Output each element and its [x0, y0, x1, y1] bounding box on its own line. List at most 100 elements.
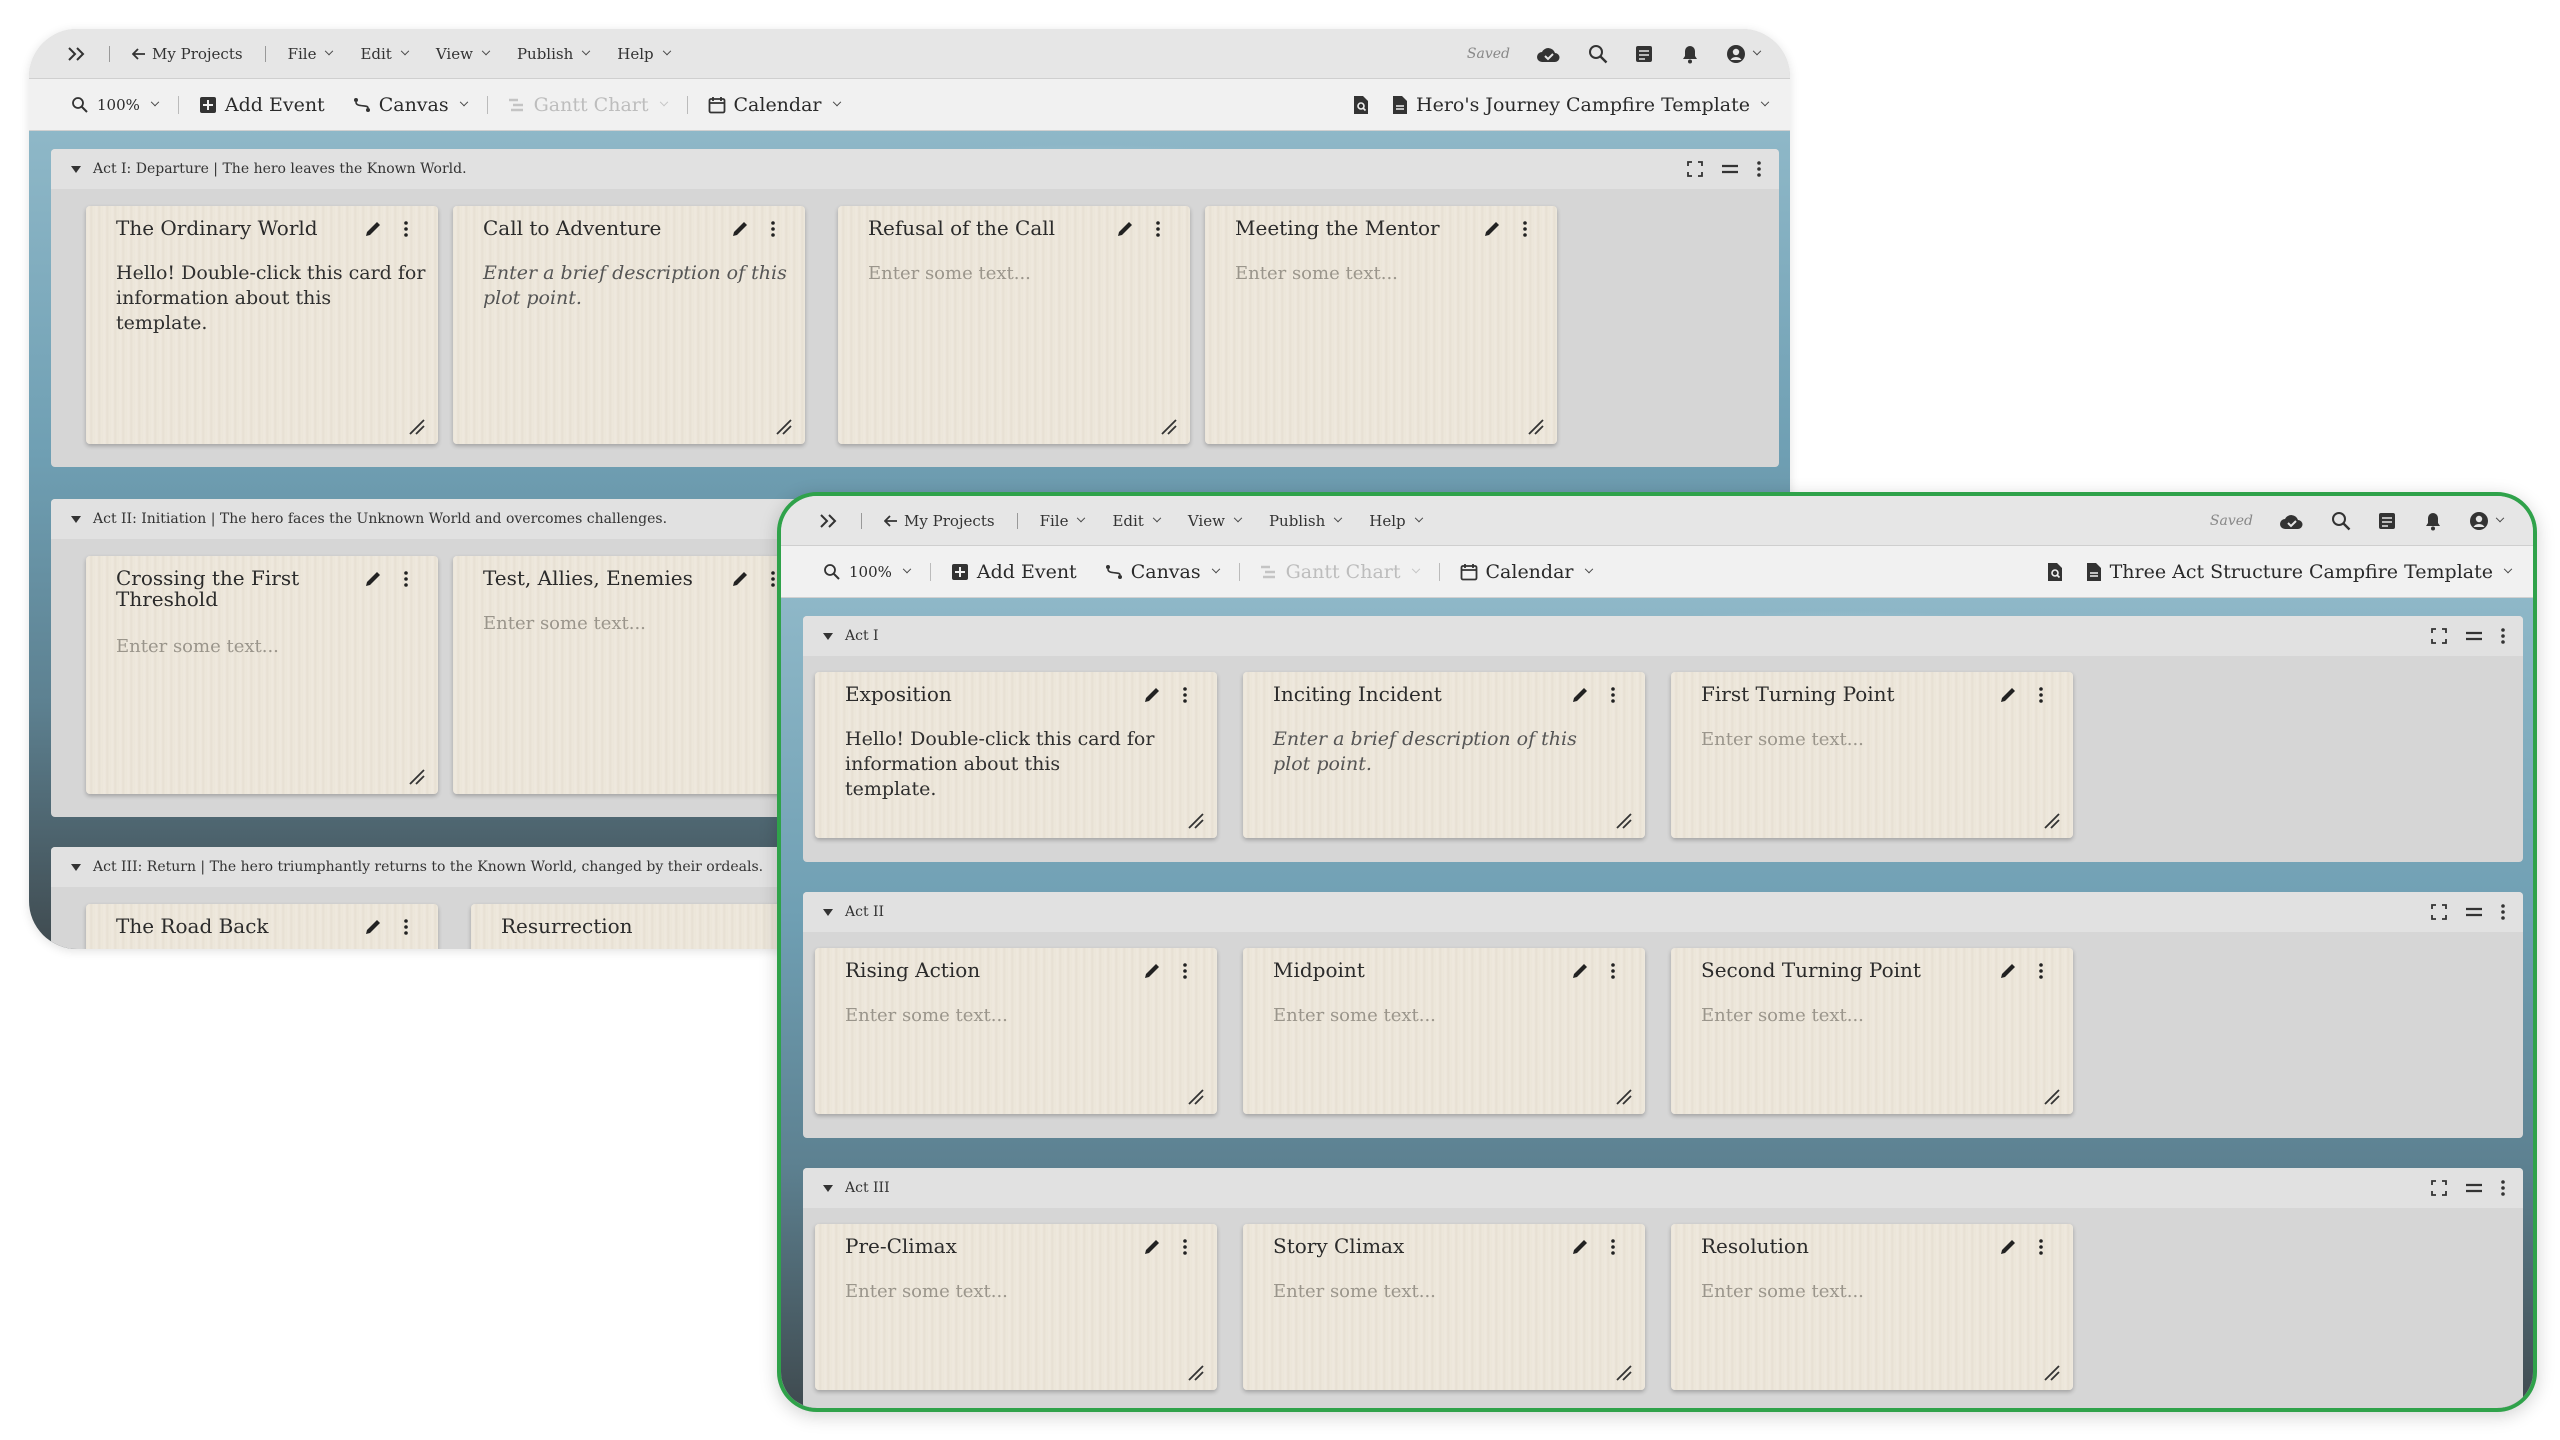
plot-card[interactable]: Meeting the Mentor Enter some text...: [1205, 206, 1557, 444]
fullscreen-icon[interactable]: [2431, 904, 2447, 920]
more-vert-icon[interactable]: [404, 221, 408, 237]
my-projects-link[interactable]: My Projects: [118, 29, 257, 78]
more-vert-icon[interactable]: [2039, 687, 2043, 703]
edit-pencil-icon[interactable]: [1483, 220, 1501, 238]
more-vert-icon[interactable]: [1611, 963, 1615, 979]
resize-handle-icon[interactable]: [1615, 1364, 1633, 1382]
view-menu[interactable]: View: [1174, 496, 1255, 545]
more-vert-icon[interactable]: [1523, 221, 1527, 237]
calendar-dropdown[interactable]: Calendar: [1446, 546, 1606, 597]
file-menu[interactable]: File: [274, 29, 347, 78]
resize-handle-icon[interactable]: [1187, 812, 1205, 830]
more-vert-icon[interactable]: [1611, 1239, 1615, 1255]
plot-card[interactable]: Midpoint Enter some text...: [1243, 948, 1645, 1114]
account-menu[interactable]: [2469, 511, 2505, 531]
help-menu[interactable]: Help: [1355, 496, 1435, 545]
document-search-icon[interactable]: [1352, 95, 1370, 115]
edit-pencil-icon[interactable]: [1143, 962, 1161, 980]
template-dropdown[interactable]: Three Act Structure Campfire Template: [2086, 546, 2513, 597]
edit-pencil-icon[interactable]: [1116, 220, 1134, 238]
resize-handle-icon[interactable]: [408, 418, 426, 436]
drag-handle-icon[interactable]: [1721, 164, 1739, 174]
edit-menu[interactable]: Edit: [1098, 496, 1173, 545]
more-vert-icon[interactable]: [1156, 221, 1160, 237]
fullscreen-icon[interactable]: [1687, 161, 1703, 177]
add-event-button[interactable]: Add Event: [185, 79, 339, 130]
calendar-dropdown[interactable]: Calendar: [694, 79, 854, 130]
more-vert-icon[interactable]: [1183, 687, 1187, 703]
resize-handle-icon[interactable]: [1160, 418, 1178, 436]
resize-handle-icon[interactable]: [1527, 418, 1545, 436]
file-menu[interactable]: File: [1026, 496, 1099, 545]
collapse-triangle-icon[interactable]: [823, 908, 833, 916]
plot-card[interactable]: Second Turning Point Enter some text...: [1671, 948, 2073, 1114]
more-vert-icon[interactable]: [1183, 1239, 1187, 1255]
more-vert-icon[interactable]: [771, 571, 775, 587]
search-icon[interactable]: [1588, 44, 1608, 64]
edit-pencil-icon[interactable]: [1143, 686, 1161, 704]
drag-handle-icon[interactable]: [2465, 1183, 2483, 1193]
plot-card[interactable]: Refusal of the Call Enter some text...: [838, 206, 1190, 444]
more-vert-icon[interactable]: [1757, 161, 1761, 177]
resize-handle-icon[interactable]: [2043, 1088, 2061, 1106]
resize-handle-icon[interactable]: [2043, 812, 2061, 830]
plot-card[interactable]: Resolution Enter some text...: [1671, 1224, 2073, 1390]
help-menu[interactable]: Help: [603, 29, 683, 78]
more-vert-icon[interactable]: [1183, 963, 1187, 979]
plot-card[interactable]: First Turning Point Enter some text...: [1671, 672, 2073, 838]
more-vert-icon[interactable]: [2501, 904, 2505, 920]
more-vert-icon[interactable]: [771, 221, 775, 237]
act-header[interactable]: Act III: [803, 1168, 2523, 1208]
plot-card[interactable]: The Road Back: [86, 904, 438, 949]
plot-card[interactable]: Test, Allies, Enemies Enter some text...: [453, 556, 805, 794]
resize-handle-icon[interactable]: [1187, 1088, 1205, 1106]
act-header[interactable]: Act I: Departure | The hero leaves the K…: [51, 149, 1779, 189]
act-header[interactable]: Act II: [803, 892, 2523, 932]
search-icon[interactable]: [2331, 511, 2351, 531]
publish-menu[interactable]: Publish: [1255, 496, 1355, 545]
bell-icon[interactable]: [1680, 44, 1700, 64]
plot-card[interactable]: Exposition Hello! Double-click this card…: [815, 672, 1217, 838]
publish-menu[interactable]: Publish: [503, 29, 603, 78]
edit-pencil-icon[interactable]: [731, 570, 749, 588]
plot-card[interactable]: Inciting Incident Enter a brief descript…: [1243, 672, 1645, 838]
fullscreen-icon[interactable]: [2431, 1180, 2447, 1196]
account-menu[interactable]: [1726, 44, 1762, 64]
more-vert-icon[interactable]: [2039, 1239, 2043, 1255]
resize-handle-icon[interactable]: [408, 768, 426, 786]
more-vert-icon[interactable]: [404, 919, 408, 935]
my-projects-link[interactable]: My Projects: [870, 496, 1009, 545]
edit-pencil-icon[interactable]: [731, 220, 749, 238]
edit-pencil-icon[interactable]: [1999, 1238, 2017, 1256]
resize-handle-icon[interactable]: [2043, 1364, 2061, 1382]
plot-card[interactable]: Resurrection: [471, 904, 823, 949]
resize-handle-icon[interactable]: [775, 418, 793, 436]
plot-card[interactable]: Call to Adventure Enter a brief descript…: [453, 206, 805, 444]
view-menu[interactable]: View: [422, 29, 503, 78]
edit-pencil-icon[interactable]: [1571, 962, 1589, 980]
edit-pencil-icon[interactable]: [364, 918, 382, 936]
more-vert-icon[interactable]: [404, 571, 408, 587]
resize-handle-icon[interactable]: [1187, 1364, 1205, 1382]
act-header[interactable]: Act I: [803, 616, 2523, 656]
canvas-dropdown[interactable]: Canvas: [1091, 546, 1233, 597]
edit-pencil-icon[interactable]: [364, 570, 382, 588]
add-event-button[interactable]: Add Event: [937, 546, 1091, 597]
resize-handle-icon[interactable]: [1615, 1088, 1633, 1106]
edit-pencil-icon[interactable]: [1143, 1238, 1161, 1256]
plot-card[interactable]: Rising Action Enter some text...: [815, 948, 1217, 1114]
plot-card[interactable]: The Ordinary World Hello! Double-click t…: [86, 206, 438, 444]
fullscreen-icon[interactable]: [2431, 628, 2447, 644]
template-dropdown[interactable]: Hero's Journey Campfire Template: [1392, 79, 1770, 130]
gantt-chart-dropdown[interactable]: Gantt Chart: [1246, 546, 1433, 597]
bell-icon[interactable]: [2423, 511, 2443, 531]
plot-card[interactable]: Crossing the First Threshold Enter some …: [86, 556, 438, 794]
notes-icon[interactable]: [2377, 511, 2397, 531]
collapse-triangle-icon[interactable]: [71, 165, 81, 173]
more-vert-icon[interactable]: [2501, 628, 2505, 644]
zoom-dropdown[interactable]: 100%: [809, 546, 924, 597]
collapse-triangle-icon[interactable]: [71, 515, 81, 523]
edit-pencil-icon[interactable]: [1999, 686, 2017, 704]
resize-handle-icon[interactable]: [1615, 812, 1633, 830]
edit-pencil-icon[interactable]: [1571, 1238, 1589, 1256]
